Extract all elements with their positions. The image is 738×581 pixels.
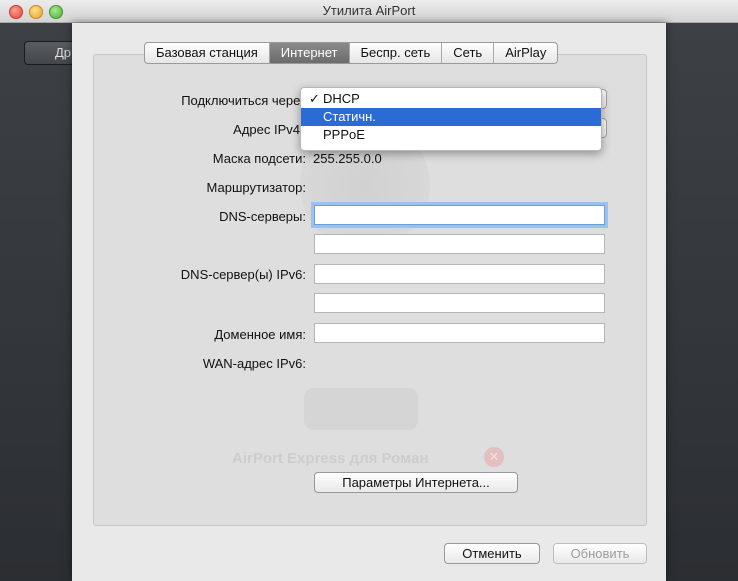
cancel-button[interactable]: Отменить — [444, 543, 540, 564]
connect-via-label: Подключиться через — [181, 93, 306, 108]
internet-settings-button[interactable]: Параметры Интернета... — [314, 472, 518, 493]
menu-item-label: Статичн. — [323, 109, 376, 124]
menu-item-pppoe[interactable]: PPPoE — [301, 126, 601, 144]
dns-servers-label: DNS-серверы: — [219, 209, 306, 224]
wan-ipv6-label: WAN-адрес IPv6: — [202, 356, 306, 371]
dns-server-field-2[interactable] — [314, 234, 605, 254]
tab-internet[interactable]: Интернет — [268, 43, 349, 63]
tab-base-station[interactable]: Базовая станция — [145, 43, 269, 63]
menu-item-label: PPPoE — [323, 127, 365, 142]
domain-name-label: Доменное имя: — [214, 327, 306, 342]
background-window-right — [666, 23, 738, 581]
ipv4-address-label: Адрес IPv4 — [233, 122, 300, 137]
menu-item-static[interactable]: Статичн. — [301, 108, 601, 126]
subnet-mask-value: 255.255.0.0 — [313, 151, 382, 166]
checkmark-icon: ✓ — [309, 91, 320, 106]
dns-ipv6-field-2[interactable] — [314, 293, 605, 313]
watermark-status-badge: ✕ — [484, 447, 504, 467]
watermark-device-name: AirPort Express для Роман — [232, 450, 429, 467]
dns-server-field-1[interactable] — [314, 205, 605, 225]
menu-item-dhcp[interactable]: ✓ DHCP — [301, 90, 601, 108]
dns-ipv6-label: DNS-сервер(ы) IPv6: — [180, 267, 306, 282]
window-title: Утилита AirPort — [322, 3, 416, 18]
domain-name-field[interactable] — [314, 323, 605, 343]
tab-network[interactable]: Сеть — [441, 43, 493, 63]
watermark-device-image — [304, 388, 418, 430]
menu-item-label: DHCP — [323, 91, 360, 106]
dns-ipv6-field-1[interactable] — [314, 264, 605, 284]
connect-via-menu: ✓ DHCP Статичн. PPPoE — [300, 87, 602, 151]
update-button[interactable]: Обновить — [553, 543, 647, 564]
subnet-mask-label: Маска подсети: — [212, 151, 306, 166]
segmented-tab-bar: Базовая станция Интернет Беспр. сеть Сет… — [144, 42, 559, 64]
tab-airplay[interactable]: AirPlay — [493, 43, 557, 63]
tab-wireless[interactable]: Беспр. сеть — [348, 43, 442, 63]
router-label: Маршрутизатор: — [206, 180, 306, 195]
